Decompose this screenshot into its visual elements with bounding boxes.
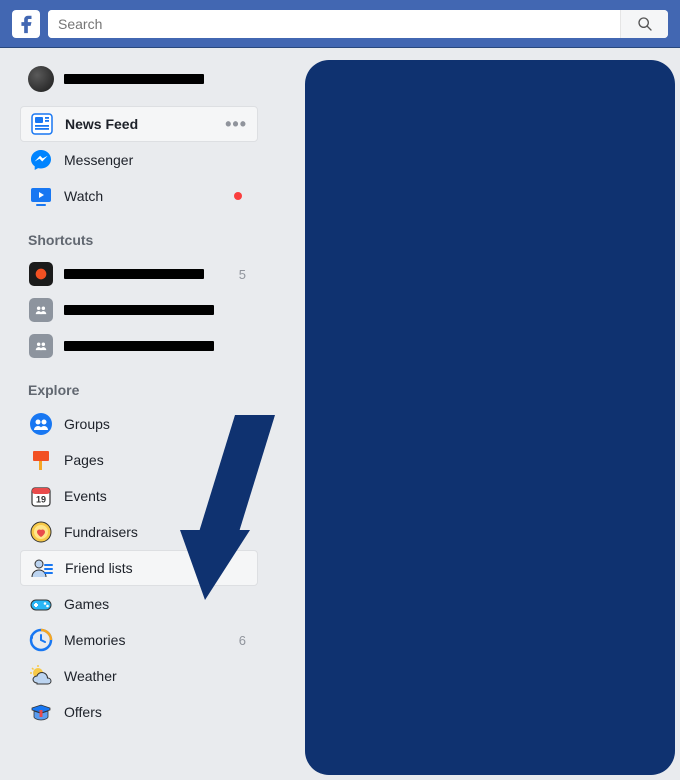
- sidebar-item-groups[interactable]: Groups: [20, 406, 258, 442]
- sidebar-item-label: Offers: [64, 704, 250, 720]
- friendlists-icon: [29, 555, 55, 581]
- sidebar-item-label: Events: [64, 488, 239, 504]
- pages-icon: [28, 447, 54, 473]
- nav-label: News Feed: [65, 116, 225, 132]
- left-sidebar: News Feed••• Messenger Watch Shortcuts 5 Exp…: [0, 48, 258, 730]
- section-header: Explore: [20, 364, 258, 406]
- sidebar-item-label-redacted: [64, 302, 250, 318]
- sidebar-item-offers[interactable]: Offers: [20, 694, 258, 730]
- more-options-icon[interactable]: •••: [225, 114, 249, 135]
- avatar: [28, 66, 54, 92]
- events-icon: 19: [28, 483, 54, 509]
- messenger-icon: [28, 147, 54, 173]
- group-icon: [28, 297, 54, 323]
- sidebar-item-shortcut-2[interactable]: [20, 292, 258, 328]
- group-icon: [28, 261, 54, 287]
- facebook-logo[interactable]: [12, 10, 40, 38]
- sidebar-item-label: Games: [64, 596, 250, 612]
- sidebar-item-label-redacted: [64, 266, 239, 282]
- topbar: [0, 0, 680, 48]
- content-panel: [305, 60, 675, 775]
- svg-text:19: 19: [36, 495, 46, 505]
- memories-icon: [28, 627, 54, 653]
- count-badge: 5: [239, 267, 250, 282]
- count-badge: 1: [239, 489, 250, 504]
- notification-dot: [234, 192, 242, 200]
- sidebar-item-shortcut-3[interactable]: [20, 328, 258, 364]
- newsfeed-icon: [29, 111, 55, 137]
- sidebar-item-label: Weather: [64, 668, 250, 684]
- nav-messenger[interactable]: Messenger: [20, 142, 258, 178]
- sidebar-item-pages[interactable]: Pages14: [20, 442, 258, 478]
- sidebar-item-events[interactable]: 19 Events1: [20, 478, 258, 514]
- sidebar-item-label: Memories: [64, 632, 239, 648]
- sidebar-item-games[interactable]: Games: [20, 586, 258, 622]
- profile-name-redacted: [64, 74, 204, 84]
- watch-icon: [28, 183, 54, 209]
- sidebar-item-weather[interactable]: Weather: [20, 658, 258, 694]
- sidebar-item-label: Groups: [64, 416, 250, 432]
- fundraisers-icon: [28, 519, 54, 545]
- nav-watch[interactable]: Watch: [20, 178, 258, 214]
- sidebar-item-fundraisers[interactable]: Fundraisers: [20, 514, 258, 550]
- sidebar-item-friend-lists[interactable]: Friend lists: [20, 550, 258, 586]
- nav-label: Messenger: [64, 152, 250, 168]
- search-bar: [48, 10, 668, 38]
- group-icon: [28, 333, 54, 359]
- games-icon: [28, 591, 54, 617]
- groups-icon: [28, 411, 54, 437]
- sidebar-item-label-redacted: [64, 338, 250, 354]
- search-input[interactable]: [48, 10, 620, 38]
- count-badge: 6: [239, 633, 250, 648]
- sidebar-item-label: Fundraisers: [64, 524, 250, 540]
- section-header: Shortcuts: [20, 214, 258, 256]
- sidebar-item-label: Friend lists: [65, 560, 249, 576]
- sidebar-item-memories[interactable]: Memories6: [20, 622, 258, 658]
- sidebar-item-label: Pages: [64, 452, 232, 468]
- nav-label: Watch: [64, 188, 234, 204]
- nav-news-feed[interactable]: News Feed•••: [20, 106, 258, 142]
- offers-icon: [28, 699, 54, 725]
- sidebar-item-shortcut-1[interactable]: 5: [20, 256, 258, 292]
- weather-icon: [28, 663, 54, 689]
- profile-link[interactable]: [20, 62, 258, 106]
- search-icon: [637, 16, 653, 32]
- search-button[interactable]: [620, 10, 668, 38]
- count-badge: 14: [232, 453, 250, 468]
